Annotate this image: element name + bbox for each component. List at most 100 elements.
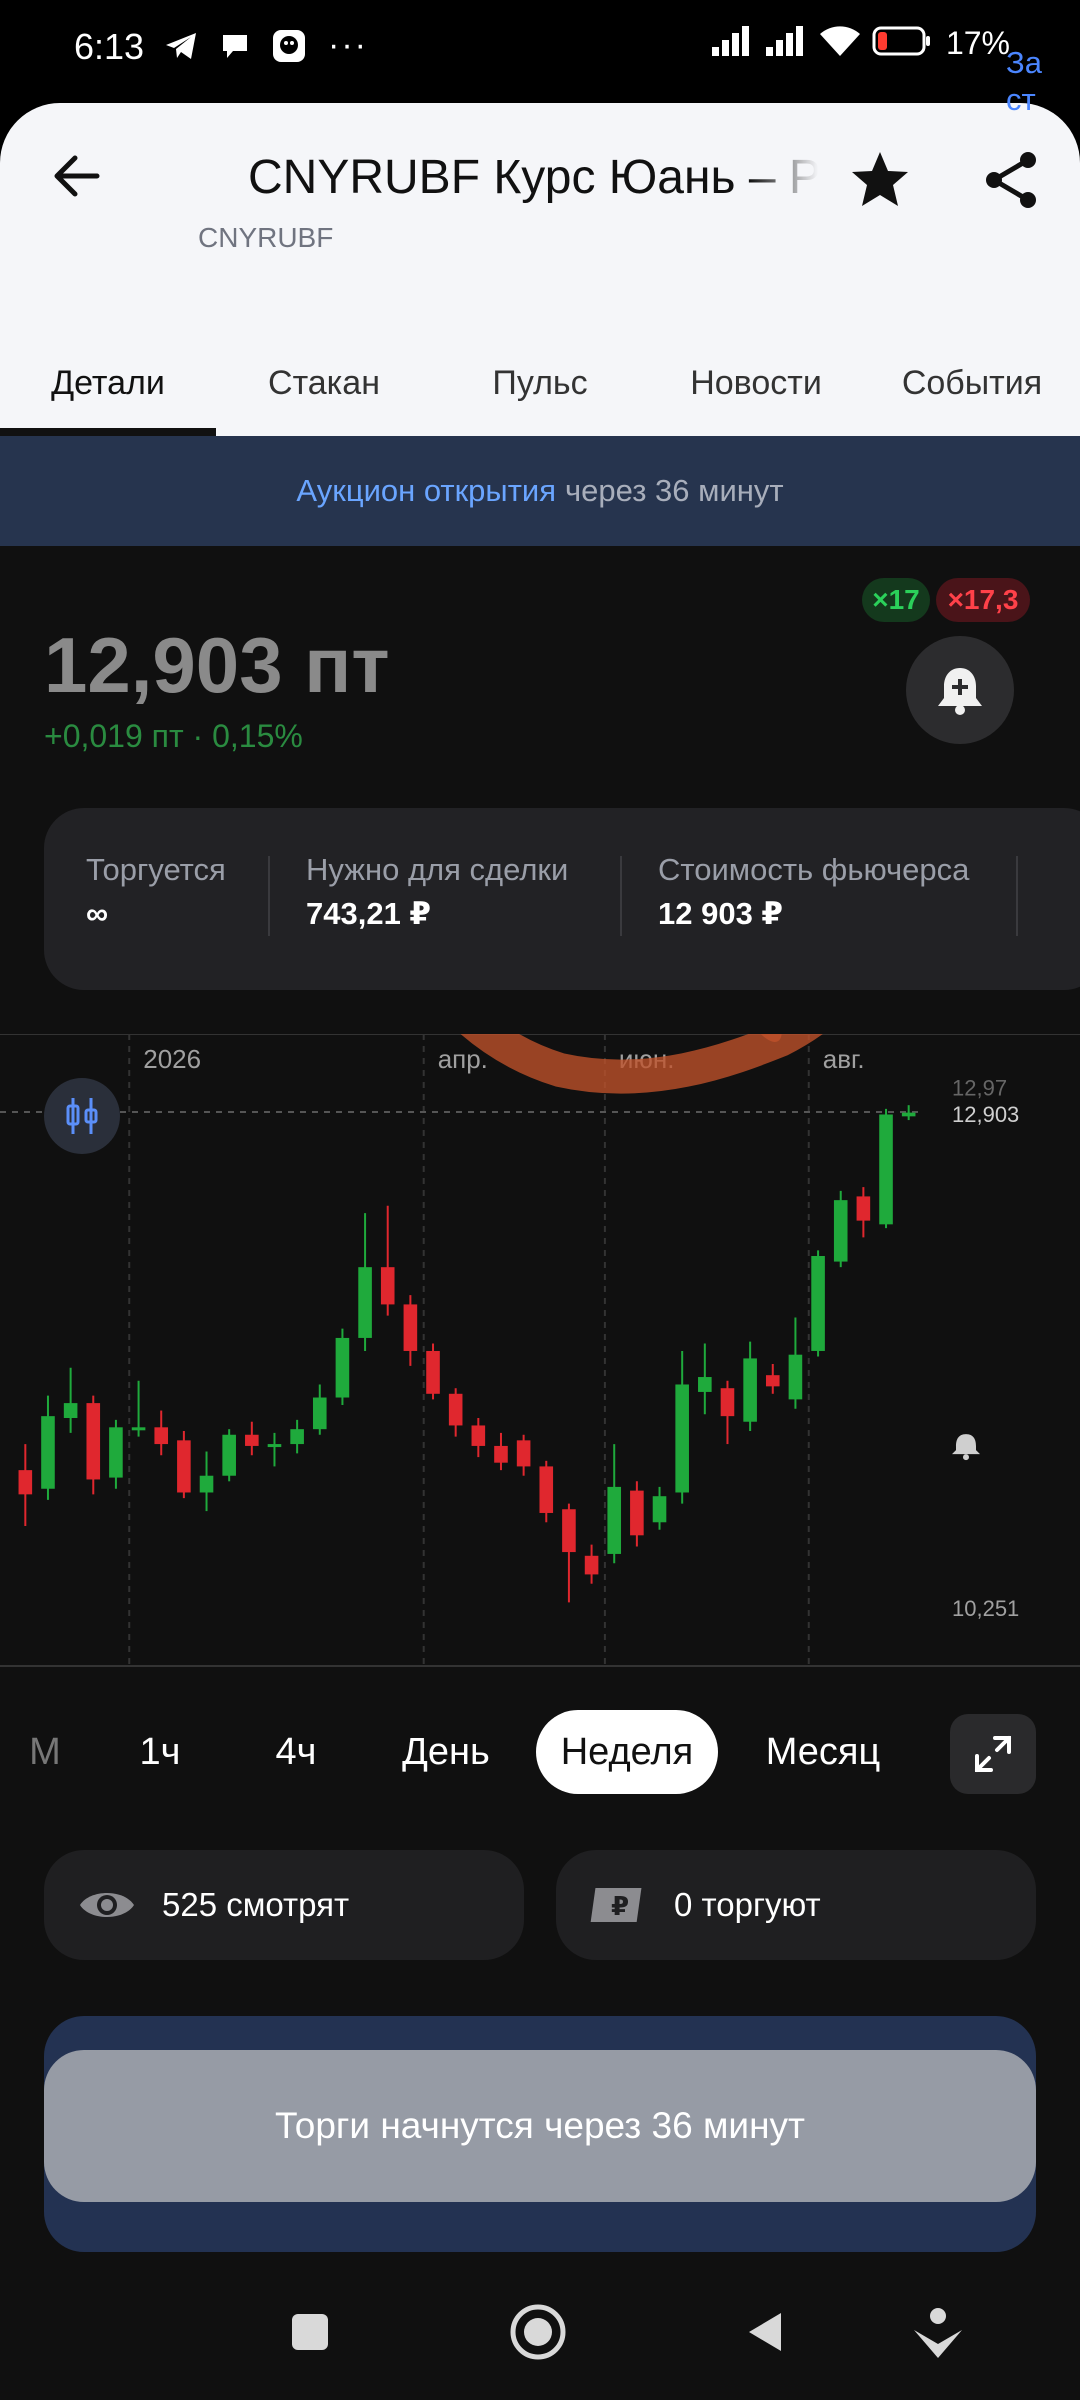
candle-body — [539, 1466, 554, 1513]
ruble-wallet-icon: ₽ — [590, 1884, 648, 1926]
candle-body — [109, 1427, 123, 1478]
chart-y-label: 12,903 — [952, 1102, 1019, 1127]
assistant-icon[interactable] — [906, 2300, 970, 2364]
period-week[interactable]: Неделя — [536, 1710, 718, 1794]
notification-icons: ··· — [162, 26, 368, 65]
candle-body — [358, 1267, 372, 1338]
leverage-long-badge: ×17 — [862, 578, 930, 622]
info-label: Стоимость фьючерса — [658, 852, 970, 887]
tab-pulse[interactable]: Пульс — [432, 330, 648, 436]
leverage-short-badge: ×17,3 — [936, 578, 1030, 622]
star-icon — [852, 152, 908, 206]
battery-icon — [872, 25, 932, 62]
divider — [620, 856, 622, 936]
candle-body — [290, 1429, 304, 1445]
info-value: ∞ — [86, 896, 109, 931]
indicators-button[interactable] — [44, 1078, 120, 1154]
info-value: 743,21 ₽ — [306, 896, 431, 931]
price-change: +0,019 пт · 0,15% — [44, 718, 303, 754]
period-month[interactable]: Месяц — [748, 1710, 898, 1794]
chart-x-label: авг. — [823, 1044, 865, 1074]
info-value: 12 903 ₽ — [658, 896, 783, 931]
telegram-icon — [162, 27, 200, 65]
candle-body — [879, 1114, 893, 1225]
candle-body — [833, 1200, 848, 1262]
candle-body — [811, 1256, 825, 1351]
candle-body — [131, 1427, 146, 1431]
candle-body — [698, 1377, 712, 1392]
auction-countdown: через 36 минут — [565, 473, 784, 508]
title-container: CNYRUBF Курс Юань – Р — [248, 150, 818, 205]
candle-body — [788, 1354, 803, 1400]
svg-text:₽: ₽ — [611, 1892, 629, 1922]
trade-button[interactable]: Торги начнутся через 36 минут — [44, 2050, 1036, 2202]
home-circle-icon[interactable] — [506, 2300, 570, 2364]
share-button[interactable] — [980, 148, 1044, 212]
candle-body — [41, 1416, 55, 1489]
candle-body — [652, 1496, 667, 1523]
bell-plus-icon — [938, 668, 982, 715]
candle-body — [516, 1440, 531, 1467]
chart-y-label: 10,251 — [952, 1596, 1019, 1621]
tab-bar: Детали Стакан Пульс Новости События — [0, 330, 1080, 436]
app-icon — [270, 27, 308, 65]
chart-x-label: 2026 — [143, 1044, 201, 1074]
info-future-cost: Стоимость фьючерса 12 903 ₽ — [658, 852, 969, 932]
candle-body — [494, 1445, 508, 1463]
tab-events[interactable]: События — [864, 330, 1080, 436]
info-trading: Торгуется ∞ — [86, 852, 226, 932]
watchers-pill: 525 смотрят — [44, 1850, 524, 1960]
favorite-button[interactable] — [848, 148, 912, 212]
price-alert-button[interactable] — [906, 636, 1014, 744]
candle-body — [335, 1337, 350, 1398]
candle-body — [720, 1388, 735, 1417]
candle-body — [607, 1486, 622, 1554]
back-button[interactable] — [40, 140, 112, 212]
battery-percent: 17% — [945, 25, 1010, 61]
candle-body — [267, 1444, 282, 1448]
signal-icon — [710, 25, 754, 62]
period-1h[interactable]: 1ч — [110, 1710, 210, 1794]
traders-count: 0 торгуют — [674, 1886, 821, 1923]
status-time: 6:13 — [74, 26, 145, 67]
auction-link[interactable]: Аукцион открытия — [296, 473, 556, 509]
tab-news[interactable]: Новости — [648, 330, 864, 436]
divider — [1016, 856, 1018, 936]
active-tab-indicator — [0, 428, 216, 436]
chart-bell-clapper — [963, 1454, 969, 1461]
chart-background — [0, 1034, 1080, 1668]
status-right: 17% — [710, 24, 1010, 63]
square-icon[interactable] — [278, 2300, 342, 2364]
candle-body — [222, 1434, 236, 1476]
candle-body — [199, 1475, 214, 1493]
candle-body — [856, 1196, 871, 1221]
back-triangle-icon[interactable] — [734, 2300, 798, 2364]
more-dots-icon: ··· — [328, 26, 368, 64]
tab-details[interactable]: Детали — [0, 330, 216, 436]
period-day[interactable]: День — [384, 1710, 508, 1794]
candle-body — [380, 1267, 395, 1305]
page-title: CNYRUBF Курс Юань – Р — [248, 151, 818, 204]
candle-body — [177, 1440, 191, 1493]
info-more-link[interactable]: За ст — [1006, 44, 1080, 118]
fullscreen-button[interactable] — [950, 1714, 1036, 1794]
candle-body — [245, 1434, 259, 1446]
candlestick-settings-icon — [66, 1098, 98, 1134]
price-chart[interactable]: 2026 апр. июн. авг.12,9712,90310,251 — [0, 1034, 1080, 1668]
tab-orderbook[interactable]: Стакан — [216, 330, 432, 436]
eye-icon — [78, 1885, 136, 1925]
period-selector: М 1ч 4ч День Неделя Месяц — [0, 1710, 1080, 1800]
candle-body — [448, 1393, 463, 1426]
period-4h[interactable]: 4ч — [246, 1710, 346, 1794]
expand-icon — [975, 1736, 1011, 1772]
candle-body — [18, 1470, 33, 1495]
candle-body — [403, 1304, 418, 1351]
candle-body — [562, 1509, 576, 1553]
candle-body — [584, 1555, 599, 1575]
signal-icon — [764, 25, 808, 62]
divider — [268, 856, 270, 936]
info-label: Торгуется — [86, 852, 226, 887]
info-card: Торгуется ∞ Нужно для сделки 743,21 ₽ Ст… — [44, 808, 1080, 990]
info-label: Нужно для сделки — [306, 852, 569, 887]
period-month-short[interactable]: М — [20, 1710, 70, 1794]
